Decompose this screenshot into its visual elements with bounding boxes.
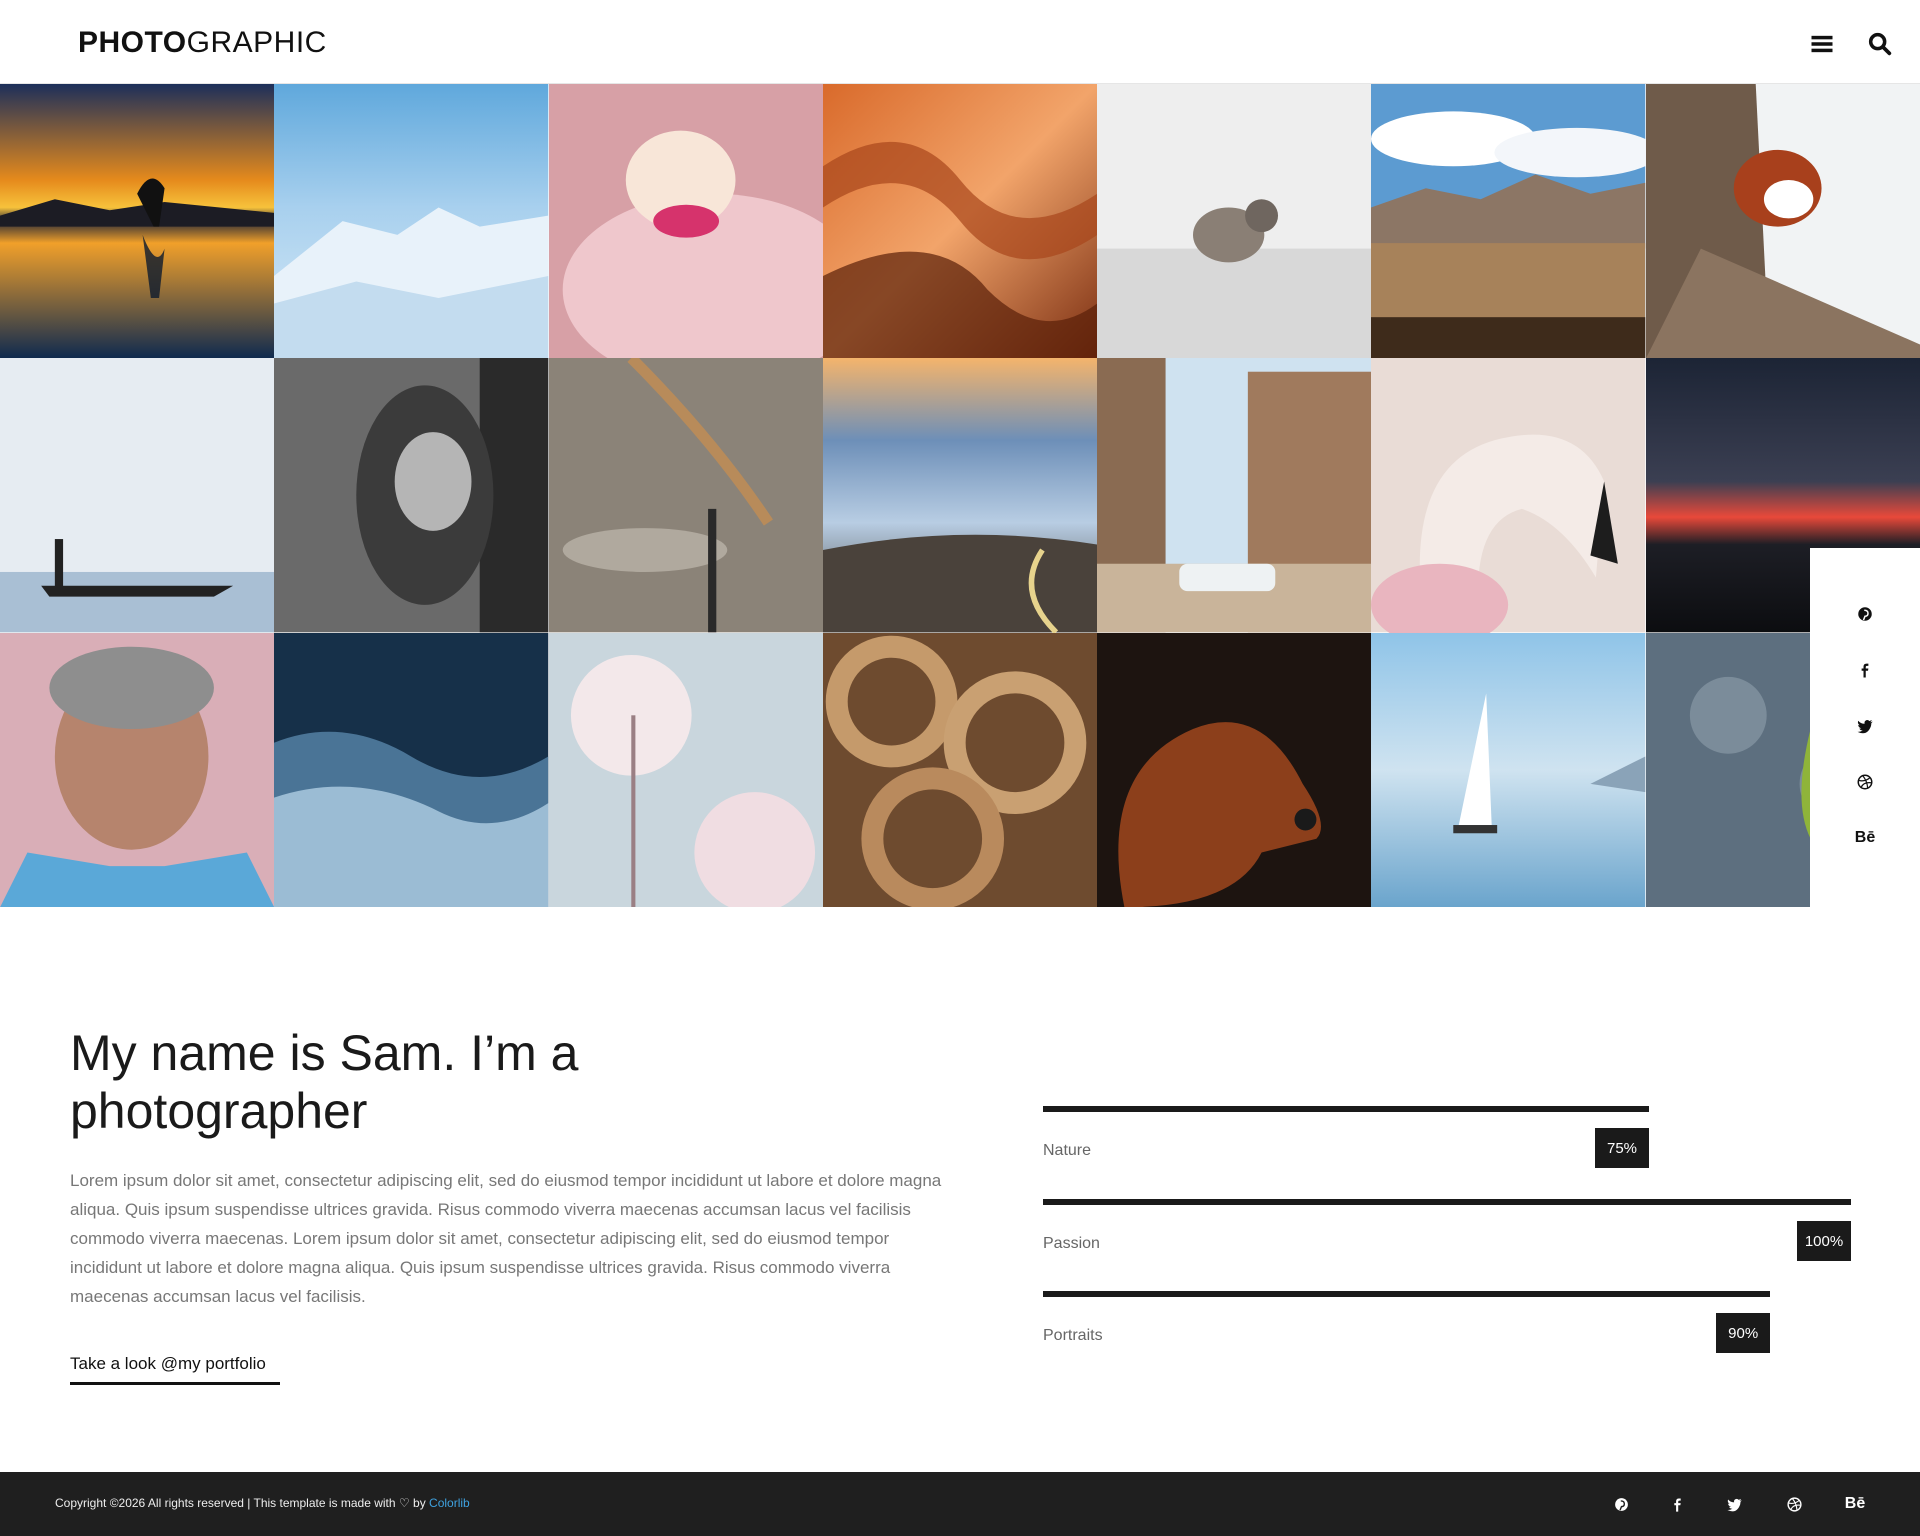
skill-percent-badge: 75% xyxy=(1595,1128,1649,1168)
gallery-tile-old-building-car[interactable] xyxy=(1097,358,1372,633)
gallery-tile-sailboat-lake[interactable] xyxy=(1371,632,1646,907)
gallery-tile-small-bird-snow[interactable] xyxy=(1097,84,1372,359)
photo-gallery xyxy=(0,84,1920,907)
gallery-tile-ocean-waves[interactable] xyxy=(274,632,549,907)
colorlib-link[interactable]: Colorlib xyxy=(429,1496,470,1510)
gallery-tile-flamingo[interactable] xyxy=(1371,358,1646,633)
site-header: PHOTOGRAPHIC xyxy=(0,0,1920,84)
gallery-tile-elderly-woman-portrait[interactable] xyxy=(0,632,275,907)
logo-light: GRAPHIC xyxy=(186,26,327,59)
logo-bold: PHOTO xyxy=(78,26,187,59)
skill-bar-track xyxy=(1043,1291,1851,1297)
gallery-tile-red-panda-tree[interactable] xyxy=(1645,84,1920,359)
skill-label: Passion xyxy=(1043,1235,1100,1252)
skill-bar-fill xyxy=(1043,1291,1771,1297)
gallery-tile-fisherman-boat-mist[interactable] xyxy=(0,358,275,633)
footer-dribbble-icon[interactable] xyxy=(1782,1492,1806,1516)
copyright-prefix: Copyright ©2026 All rights reserved | Th… xyxy=(55,1496,396,1510)
skill-bar-fill xyxy=(1043,1106,1649,1112)
hamburger-menu-icon[interactable] xyxy=(1808,30,1836,58)
footer-facebook-icon[interactable] xyxy=(1665,1492,1689,1516)
gallery-tile-brown-dog[interactable] xyxy=(1097,632,1372,907)
copyright-by: by xyxy=(413,1496,426,1510)
site-logo[interactable]: PHOTOGRAPHIC xyxy=(78,26,327,60)
gallery-tile-sunset-lake-yoga[interactable] xyxy=(0,84,275,359)
gallery-tile-dragonfly-grass[interactable] xyxy=(548,358,823,633)
gallery-tile-girl-black-white[interactable] xyxy=(274,358,549,633)
skill-bar-track xyxy=(1043,1199,1851,1205)
gallery-tile-desert-mountains[interactable] xyxy=(1371,84,1646,359)
behance-icon[interactable]: Bē xyxy=(1853,826,1877,850)
about-text: Lorem ipsum dolor sit amet, consectetur … xyxy=(70,1171,942,1306)
heart-icon: ♡ xyxy=(398,1496,410,1510)
gallery-tile-snowy-mountains[interactable] xyxy=(274,84,549,359)
footer-pinterest-icon[interactable] xyxy=(1609,1492,1633,1516)
skill-label: Nature xyxy=(1043,1142,1092,1159)
skill-nature: Nature 75% xyxy=(1043,1106,1851,1186)
side-social-panel: Bē xyxy=(1810,548,1920,907)
about-title: My name is Sam. I’m a photographer xyxy=(70,1025,579,1139)
search-icon[interactable] xyxy=(1866,30,1894,58)
skill-portraits: Portraits 90% xyxy=(1043,1291,1851,1371)
gallery-tile-clouds-road[interactable] xyxy=(822,358,1098,633)
skill-passion: Passion 100% xyxy=(1043,1199,1851,1279)
pinterest-icon[interactable] xyxy=(1853,602,1877,626)
site-footer: Copyright ©2026 All rights reserved | Th… xyxy=(0,1472,1920,1536)
gallery-tile-coiled-rope[interactable] xyxy=(822,632,1098,907)
skill-label: Portraits xyxy=(1043,1327,1103,1344)
footer-behance-icon[interactable]: Bē xyxy=(1843,1492,1867,1516)
skill-percent-badge: 90% xyxy=(1716,1313,1771,1353)
portfolio-link[interactable]: Take a look @my portfolio xyxy=(70,1354,280,1385)
skill-percent-badge: 100% xyxy=(1797,1221,1851,1261)
copyright-text: Copyright ©2026 All rights reserved | Th… xyxy=(55,1496,470,1510)
gallery-tile-canyon-sandstone[interactable] xyxy=(822,84,1098,359)
dribbble-icon[interactable] xyxy=(1853,770,1877,794)
facebook-icon[interactable] xyxy=(1853,658,1877,682)
skill-bar-fill xyxy=(1043,1199,1851,1205)
skill-bar-track xyxy=(1043,1106,1851,1112)
gallery-tile-dandelion-seeds[interactable] xyxy=(548,632,823,907)
twitter-icon[interactable] xyxy=(1853,714,1877,738)
gallery-tile-pink-flower-bud[interactable] xyxy=(548,84,823,359)
footer-twitter-icon[interactable] xyxy=(1722,1492,1746,1516)
